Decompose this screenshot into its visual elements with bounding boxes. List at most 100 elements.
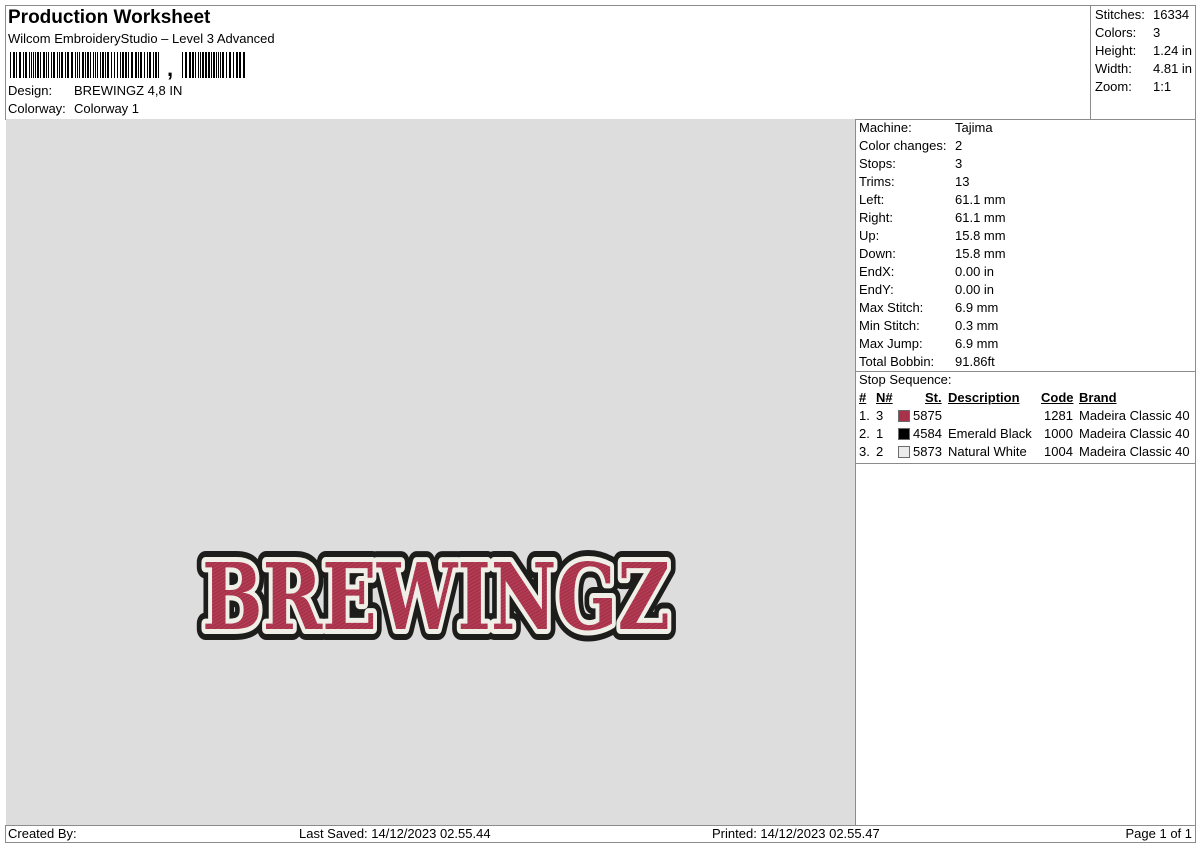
stat-value: 16334 — [1153, 7, 1190, 22]
col-header-code: Code — [1041, 390, 1074, 405]
machine-info-label: Trims: — [859, 174, 895, 189]
machine-info-label: Total Bobbin: — [859, 354, 935, 369]
machine-info-row: Down: 15.8 mm — [859, 246, 1006, 262]
colorway-row: Colorway: Colorway 1 — [8, 101, 139, 117]
machine-info-row: Min Stitch: 0.3 mm — [859, 318, 998, 334]
stat-value: 3 — [1153, 25, 1161, 40]
col-header-brand: Brand — [1079, 390, 1117, 405]
machine-info-value: 0.00 in — [955, 282, 995, 297]
machine-info-label: EndX: — [859, 264, 895, 279]
row-needle: 1 — [876, 426, 884, 441]
machine-info-label: Min Stitch: — [859, 318, 920, 333]
row-description: Natural White — [948, 444, 1027, 459]
machine-info-label: Max Jump: — [859, 336, 923, 351]
row-code: 1004 — [1044, 444, 1073, 459]
stat-label: Stitches: — [1095, 7, 1145, 22]
design-row: Design: BREWINGZ 4,8 IN — [8, 83, 182, 99]
right-empty-frame — [855, 463, 1196, 826]
stop-sequence-row: 3. 2 5873 Natural White 1004 Madeira Classic … — [858, 444, 1198, 462]
page-title: Production Worksheet — [8, 7, 211, 28]
row-needle: 3 — [876, 408, 884, 423]
row-code: 1281 — [1044, 408, 1073, 423]
row-num: 2. — [859, 426, 870, 441]
row-brand: Madeira Classic 40 — [1079, 426, 1190, 441]
machine-info-row: Max Stitch: 6.9 mm — [859, 300, 998, 316]
machine-info-row: Machine: Tajima — [859, 120, 993, 136]
machine-info-value: 6.9 mm — [955, 336, 999, 351]
machine-info-label: Up: — [859, 228, 880, 243]
machine-info-value: 61.1 mm — [955, 192, 1006, 207]
machine-info-label: Max Stitch: — [859, 300, 924, 315]
machine-info-row: Color changes: 2 — [859, 138, 962, 154]
footer-page: Page 1 of 1 — [1125, 826, 1193, 841]
design-preview: BREWINGZ BREWINGZ BREWINGZ — [6, 119, 855, 825]
row-code: 1000 — [1044, 426, 1073, 441]
machine-info-label: EndY: — [859, 282, 894, 297]
barcode-comma: , — [167, 56, 174, 81]
stat-row: Height: 1.24 in — [1095, 43, 1192, 59]
color-swatch — [898, 428, 910, 440]
footer-printed: Printed: 14/12/2023 02.55.47 — [712, 826, 880, 841]
machine-info-label: Left: — [859, 192, 885, 207]
stop-sequence-title: Stop Sequence: — [859, 372, 952, 387]
row-needle: 2 — [876, 444, 884, 459]
design-value: BREWINGZ 4,8 IN — [74, 83, 183, 98]
row-stitches: 5873 — [913, 444, 942, 459]
stat-row: Width: 4.81 in — [1095, 61, 1192, 77]
machine-info-label: Right: — [859, 210, 893, 225]
barcode — [10, 52, 245, 78]
row-brand: Madeira Classic 40 — [1079, 444, 1190, 459]
machine-info-row: Left: 61.1 mm — [859, 192, 1006, 208]
row-brand: Madeira Classic 40 — [1079, 408, 1190, 423]
machine-info-value: 15.8 mm — [955, 228, 1006, 243]
stat-label: Zoom: — [1095, 79, 1132, 94]
machine-info-value: Tajima — [955, 120, 993, 135]
software-subtitle: Wilcom EmbroideryStudio – Level 3 Advanc… — [8, 31, 275, 46]
col-header-num: # — [859, 390, 867, 405]
stop-sequence-row: 1. 3 5875 1281 Madeira Classic 40 — [858, 408, 1198, 426]
stat-label: Colors: — [1095, 25, 1137, 40]
machine-info-value: 13 — [955, 174, 970, 189]
design-label: Design: — [8, 83, 53, 98]
machine-info-label: Color changes: — [859, 138, 947, 153]
machine-info-row: Up: 15.8 mm — [859, 228, 1006, 244]
stat-label: Height: — [1095, 43, 1137, 58]
machine-info-value: 91.86ft — [955, 354, 995, 369]
stat-value: 4.81 in — [1153, 61, 1193, 76]
machine-info-row: Stops: 3 — [859, 156, 962, 172]
colorway-value: Colorway 1 — [74, 101, 140, 116]
col-header-st: St. — [925, 390, 942, 405]
machine-info-value: 61.1 mm — [955, 210, 1006, 225]
machine-info-label: Stops: — [859, 156, 896, 171]
design-text-fill: BREWINGZ — [202, 543, 670, 651]
machine-info-row: Right: 61.1 mm — [859, 210, 1006, 226]
col-header-description: Description — [948, 390, 1020, 405]
machine-info-value: 0.3 mm — [955, 318, 999, 333]
stat-value: 1.24 in — [1153, 43, 1193, 58]
row-stitches: 5875 — [913, 408, 942, 423]
row-num: 3. — [859, 444, 870, 459]
machine-info-row: Total Bobbin: 91.86ft — [859, 354, 995, 370]
machine-info-value: 0.00 in — [955, 264, 995, 279]
colorway-label: Colorway: — [8, 101, 66, 116]
stat-row: Zoom: 1:1 — [1095, 79, 1171, 95]
machine-info-row: Max Jump: 6.9 mm — [859, 336, 998, 352]
stat-value: 1:1 — [1153, 79, 1172, 94]
col-header-n: N# — [876, 390, 893, 405]
footer-frame — [5, 825, 1196, 843]
stat-row: Stitches: 16334 — [1095, 7, 1189, 23]
color-swatch — [898, 410, 910, 422]
machine-info-value: 15.8 mm — [955, 246, 1006, 261]
stop-sequence-row: 2. 1 4584 Emerald Black 1000 Madeira Classic … — [858, 426, 1198, 444]
machine-info-value: 2 — [955, 138, 963, 153]
machine-info-label: Machine: — [859, 120, 912, 135]
stat-row: Colors: 3 — [1095, 25, 1160, 41]
machine-info-row: EndX: 0.00 in — [859, 264, 994, 280]
stat-label: Width: — [1095, 61, 1132, 76]
color-swatch — [898, 446, 910, 458]
row-description: Emerald Black — [948, 426, 1032, 441]
machine-info-label: Down: — [859, 246, 896, 261]
row-stitches: 4584 — [913, 426, 942, 441]
footer-created-by: Created By: — [8, 826, 77, 841]
machine-info-value: 6.9 mm — [955, 300, 999, 315]
